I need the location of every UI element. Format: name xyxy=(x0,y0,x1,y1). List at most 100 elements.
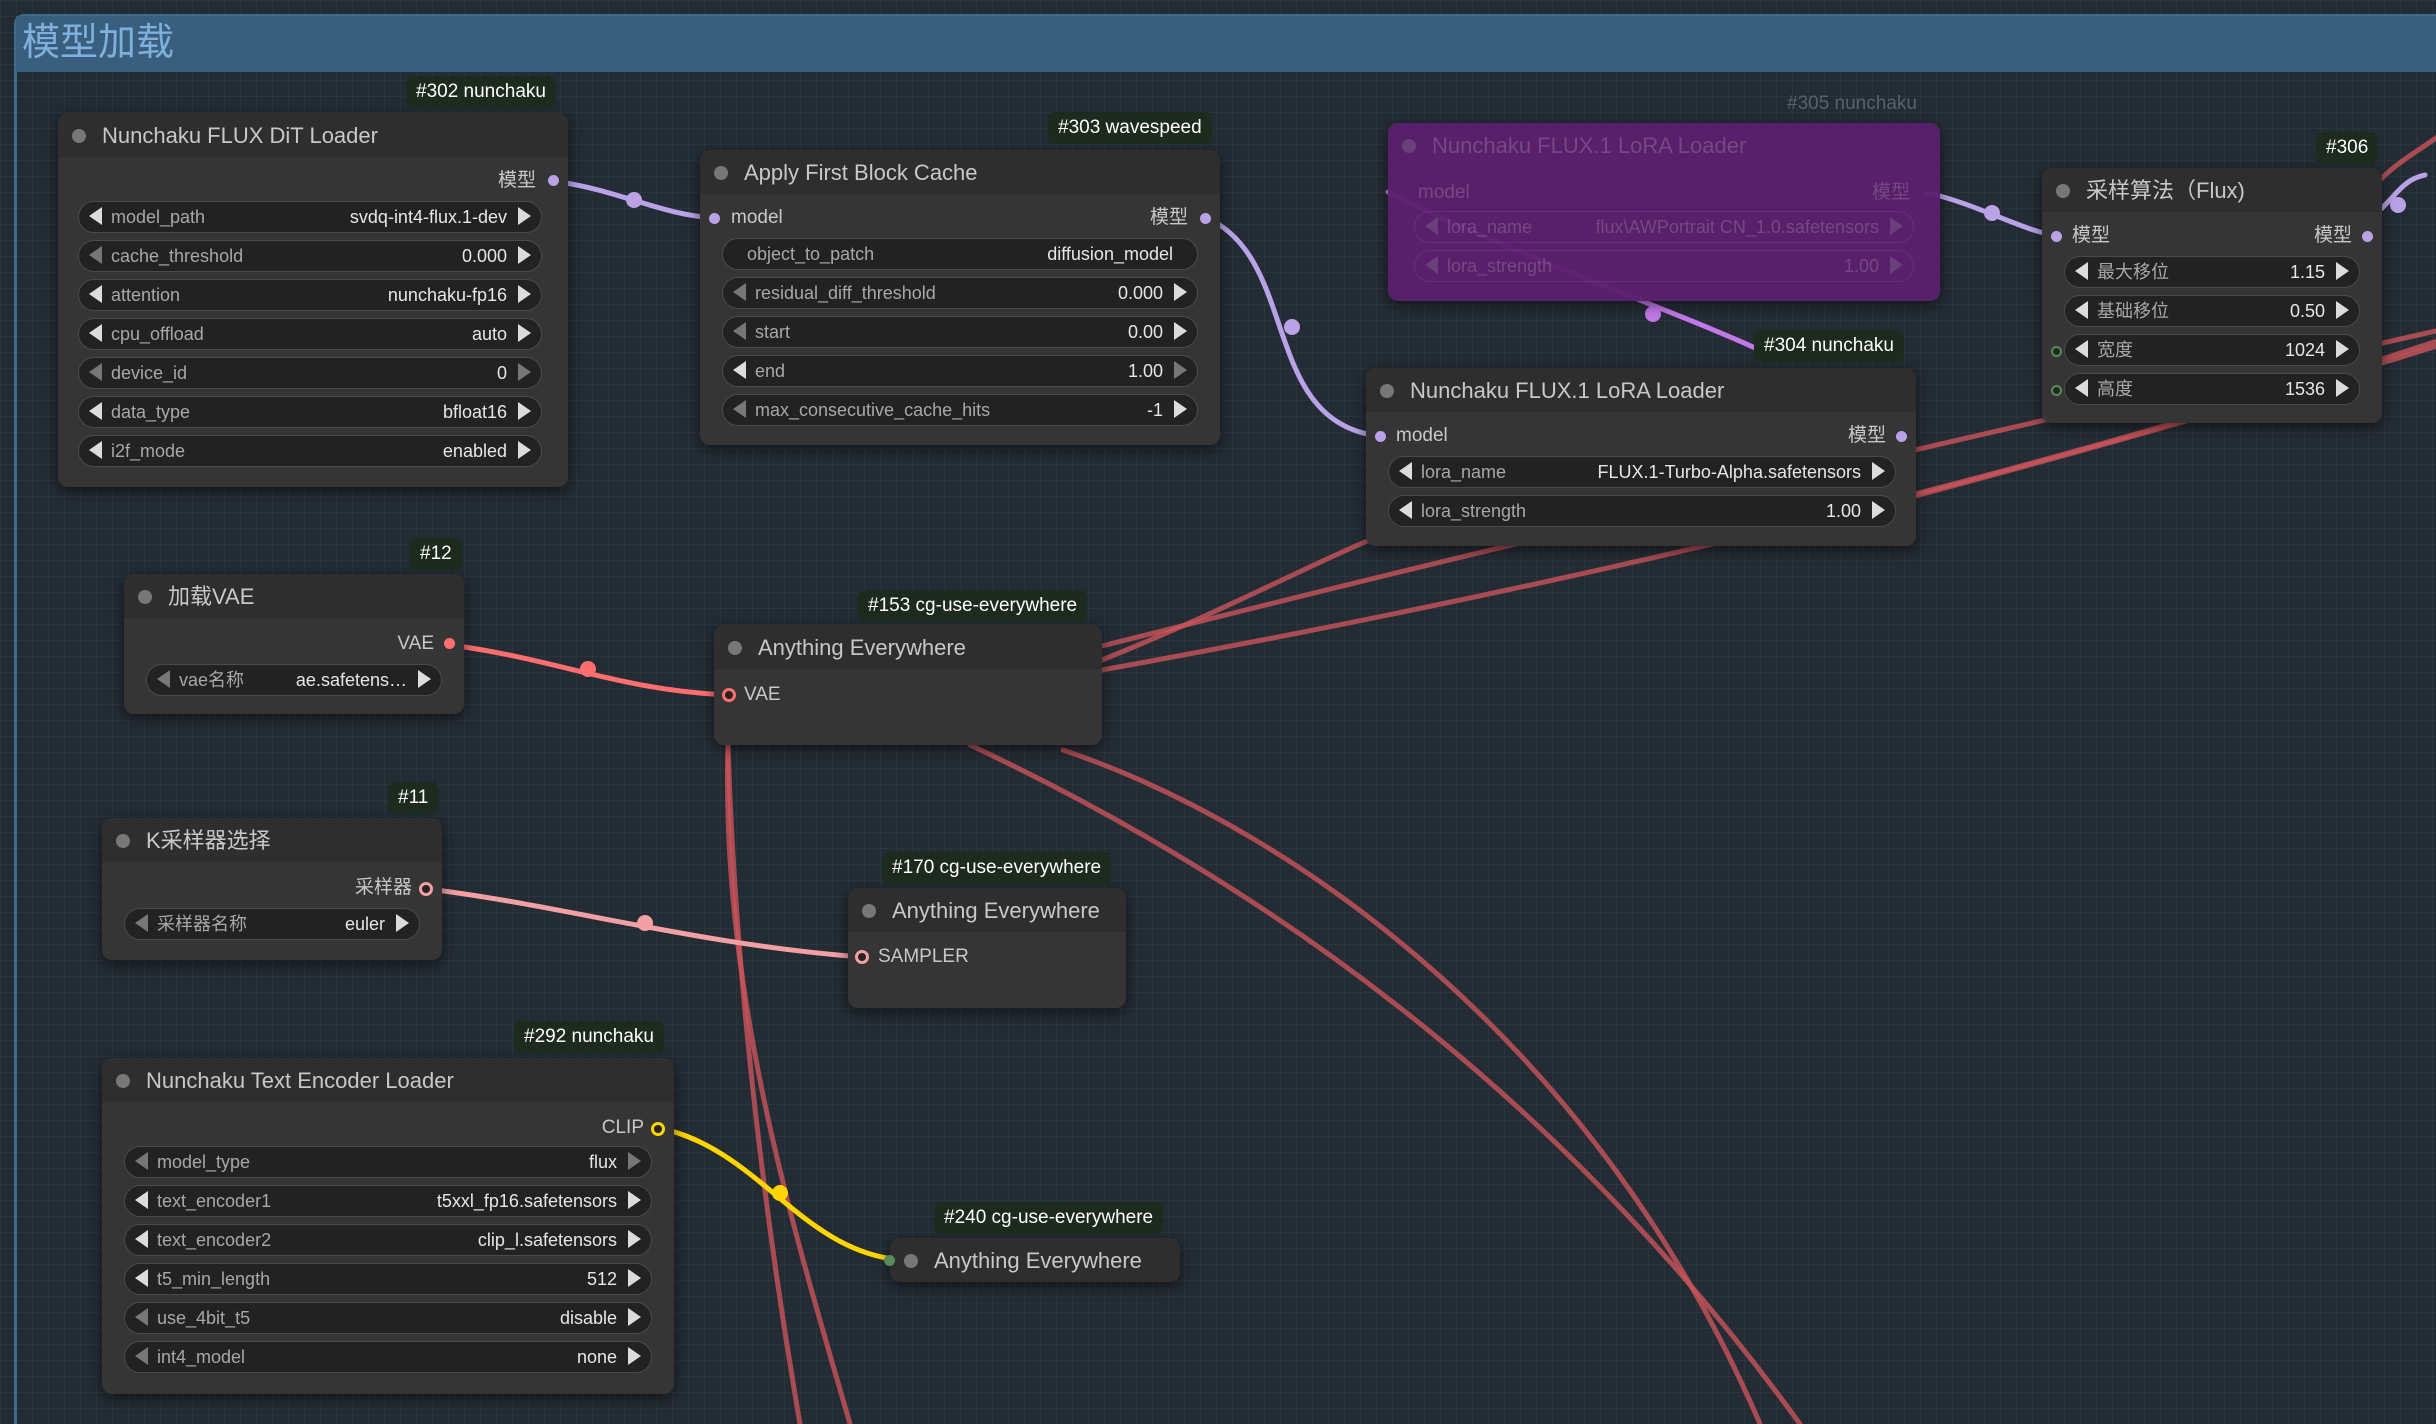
increment-arrow-icon[interactable] xyxy=(1872,501,1885,519)
node-title-bar[interactable]: Nunchaku Text Encoder Loader xyxy=(102,1058,674,1102)
collapse-dot-icon[interactable] xyxy=(728,641,742,655)
widget-i2f-mode[interactable]: i2f_mode enabled xyxy=(78,435,542,467)
widget-max-consecutive-cache-hits[interactable]: max_consecutive_cache_hits -1 xyxy=(722,394,1198,426)
node-lora-loader-bypassed[interactable]: Nunchaku FLUX.1 LoRA Loader model 模型 lor… xyxy=(1388,123,1940,301)
increment-arrow-icon[interactable] xyxy=(1872,462,1885,480)
input-model-socket[interactable] xyxy=(1375,431,1386,442)
increment-arrow-icon[interactable] xyxy=(1174,283,1187,301)
collapse-dot-icon[interactable] xyxy=(862,904,876,918)
increment-arrow-icon[interactable] xyxy=(1174,322,1187,340)
decrement-arrow-icon[interactable] xyxy=(135,1191,148,1209)
collapse-dot-icon[interactable] xyxy=(72,129,86,143)
increment-arrow-icon[interactable] xyxy=(628,1191,641,1209)
node-anything-everywhere-vae[interactable]: Anything Everywhere VAE xyxy=(714,625,1102,745)
output-vae-socket[interactable] xyxy=(444,638,455,649)
node-title-bar[interactable]: 加载VAE xyxy=(124,574,464,618)
widget-vae-name[interactable]: vae名称 ae.safetens… xyxy=(146,664,442,696)
decrement-arrow-icon[interactable] xyxy=(89,402,102,420)
decrement-arrow-icon[interactable] xyxy=(135,1152,148,1170)
node-title-bar[interactable]: Anything Everywhere xyxy=(848,888,1126,932)
output-model-socket[interactable] xyxy=(1200,213,1211,224)
output-model-socket[interactable] xyxy=(2362,231,2373,242)
increment-arrow-icon[interactable] xyxy=(1174,361,1187,379)
decrement-arrow-icon[interactable] xyxy=(89,285,102,303)
collapse-dot-icon[interactable] xyxy=(2056,184,2070,198)
widget-lora-strength[interactable]: lora_strength 1.00 xyxy=(1388,495,1896,527)
node-sampling-flux[interactable]: 采样算法（Flux) 模型 模型 最大移位 1.15 基础移位 0.50 宽度 102… xyxy=(2042,168,2382,423)
decrement-arrow-icon[interactable] xyxy=(135,1230,148,1248)
collapse-dot-icon[interactable] xyxy=(904,1254,918,1268)
decrement-arrow-icon[interactable] xyxy=(135,1308,148,1326)
decrement-arrow-icon[interactable] xyxy=(89,363,102,381)
widget-use-4bit-t5[interactable]: use_4bit_t5 disable xyxy=(124,1302,652,1334)
widget-cpu-offload[interactable]: cpu_offload auto xyxy=(78,318,542,350)
widget-model-type[interactable]: model_type flux xyxy=(124,1146,652,1178)
decrement-arrow-icon[interactable] xyxy=(733,400,746,418)
widget-int4-model[interactable]: int4_model none xyxy=(124,1341,652,1373)
decrement-arrow-icon[interactable] xyxy=(135,914,148,932)
increment-arrow-icon[interactable] xyxy=(1890,256,1903,274)
input-socket[interactable] xyxy=(884,1255,895,1266)
collapse-dot-icon[interactable] xyxy=(116,1074,130,1088)
decrement-arrow-icon[interactable] xyxy=(2075,301,2088,319)
input-vae-socket[interactable] xyxy=(722,688,736,702)
input-model-socket[interactable] xyxy=(709,213,720,224)
width-input-socket[interactable] xyxy=(2051,346,2062,357)
node-title-bar[interactable]: Nunchaku FLUX.1 LoRA Loader xyxy=(1388,123,1940,167)
increment-arrow-icon[interactable] xyxy=(518,402,531,420)
decrement-arrow-icon[interactable] xyxy=(89,324,102,342)
decrement-arrow-icon[interactable] xyxy=(89,207,102,225)
decrement-arrow-icon[interactable] xyxy=(733,283,746,301)
node-anything-everywhere-sampler[interactable]: Anything Everywhere SAMPLER xyxy=(848,888,1126,1008)
node-lora-loader[interactable]: Nunchaku FLUX.1 LoRA Loader model 模型 lor… xyxy=(1366,368,1916,546)
widget-data-type[interactable]: data_type bfloat16 xyxy=(78,396,542,428)
widget-device-id[interactable]: device_id 0 xyxy=(78,357,542,389)
widget-model-path[interactable]: model_path svdq-int4-flux.1-dev xyxy=(78,201,542,233)
collapse-dot-icon[interactable] xyxy=(1402,139,1416,153)
increment-arrow-icon[interactable] xyxy=(518,207,531,225)
decrement-arrow-icon[interactable] xyxy=(135,1269,148,1287)
increment-arrow-icon[interactable] xyxy=(628,1347,641,1365)
widget-width[interactable]: 宽度 1024 xyxy=(2064,334,2360,366)
increment-arrow-icon[interactable] xyxy=(1174,400,1187,418)
widget-text-encoder1[interactable]: text_encoder1 t5xxl_fp16.safetensors xyxy=(124,1185,652,1217)
widget-sampler-name[interactable]: 采样器名称 euler xyxy=(124,908,420,940)
collapse-dot-icon[interactable] xyxy=(138,590,152,604)
widget-residual-diff-threshold[interactable]: residual_diff_threshold 0.000 xyxy=(722,277,1198,309)
increment-arrow-icon[interactable] xyxy=(2336,379,2349,397)
widget-lora-name[interactable]: lora_name flux\AWPortrait CN_1.0.safeten… xyxy=(1414,211,1914,243)
node-text-encoder-loader[interactable]: Nunchaku Text Encoder Loader CLIP model_… xyxy=(102,1058,674,1394)
output-model-socket[interactable] xyxy=(548,175,559,186)
decrement-arrow-icon[interactable] xyxy=(1399,462,1412,480)
decrement-arrow-icon[interactable] xyxy=(135,1347,148,1365)
node-anything-everywhere-clip[interactable]: Anything Everywhere xyxy=(884,1238,1180,1282)
increment-arrow-icon[interactable] xyxy=(628,1269,641,1287)
increment-arrow-icon[interactable] xyxy=(518,363,531,381)
widget-lora-name[interactable]: lora_name FLUX.1-Turbo-Alpha.safetensors xyxy=(1388,456,1896,488)
increment-arrow-icon[interactable] xyxy=(2336,301,2349,319)
node-title-bar[interactable]: Nunchaku FLUX.1 LoRA Loader xyxy=(1366,368,1916,412)
widget-cache-threshold[interactable]: cache_threshold 0.000 xyxy=(78,240,542,272)
node-flux-dit-loader[interactable]: Nunchaku FLUX DiT Loader 模型 model_path sv… xyxy=(58,113,568,487)
height-input-socket[interactable] xyxy=(2051,385,2062,396)
node-graph-canvas[interactable]: 模型加载 Nunchaku FLUX.1 LoRA Loader model 模… xyxy=(0,0,2436,1424)
decrement-arrow-icon[interactable] xyxy=(1399,501,1412,519)
node-title-bar[interactable]: Nunchaku FLUX DiT Loader xyxy=(58,113,568,157)
decrement-arrow-icon[interactable] xyxy=(733,322,746,340)
widget-t5-min-length[interactable]: t5_min_length 512 xyxy=(124,1263,652,1295)
increment-arrow-icon[interactable] xyxy=(1890,217,1903,235)
increment-arrow-icon[interactable] xyxy=(518,285,531,303)
widget-lora-strength[interactable]: lora_strength 1.00 xyxy=(1414,250,1914,282)
output-sampler-socket[interactable] xyxy=(419,882,433,896)
collapse-dot-icon[interactable] xyxy=(1380,384,1394,398)
increment-arrow-icon[interactable] xyxy=(396,914,409,932)
node-apply-first-block-cache[interactable]: Apply First Block Cache model 模型 object_… xyxy=(700,150,1220,445)
node-ksampler-select[interactable]: K采样器选择 采样器 采样器名称 euler xyxy=(102,818,442,960)
decrement-arrow-icon[interactable] xyxy=(89,246,102,264)
decrement-arrow-icon[interactable] xyxy=(2075,340,2088,358)
node-title-bar[interactable]: Anything Everywhere xyxy=(714,625,1102,669)
increment-arrow-icon[interactable] xyxy=(418,670,431,688)
increment-arrow-icon[interactable] xyxy=(518,246,531,264)
increment-arrow-icon[interactable] xyxy=(518,441,531,459)
output-model-socket[interactable] xyxy=(1896,431,1907,442)
